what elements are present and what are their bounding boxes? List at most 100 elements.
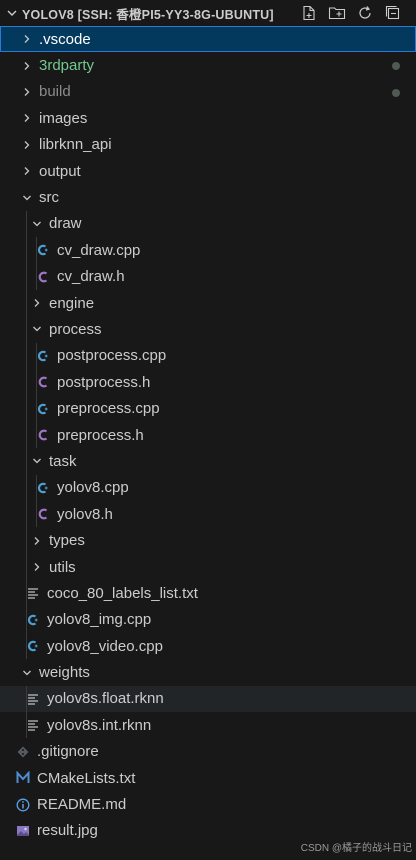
tree-file[interactable]: coco_80_labels_list.txt <box>0 580 416 606</box>
chevron-down-icon[interactable] <box>20 191 34 205</box>
tree-folder[interactable]: images <box>0 105 416 131</box>
indent-guide <box>36 475 37 527</box>
tree-item-label: cv_draw.cpp <box>57 241 141 259</box>
tree-item-label: images <box>39 109 88 127</box>
text-file-icon <box>26 692 40 706</box>
text-file-icon <box>26 718 40 732</box>
tree-file[interactable]: yolov8_video.cpp <box>0 633 416 659</box>
chevron-down-icon[interactable] <box>30 322 44 336</box>
tree-item-label: result.jpg <box>37 822 98 840</box>
tree-folder[interactable]: librknn_api <box>0 132 416 158</box>
new-file-icon[interactable] <box>300 4 318 22</box>
indent-guide <box>36 237 37 290</box>
cpp-file-icon <box>36 243 50 257</box>
tree-file[interactable]: cv_draw.cpp <box>0 237 416 263</box>
new-folder-icon[interactable] <box>328 4 346 22</box>
tree-item-label: yolov8.h <box>57 505 113 523</box>
header-file-icon <box>36 507 50 521</box>
chevron-right-icon[interactable] <box>20 111 34 125</box>
tree-item-label: utils <box>49 558 76 576</box>
tree-folder[interactable]: draw <box>0 211 416 237</box>
tree-folder[interactable]: .vscode <box>0 26 416 53</box>
tree-folder[interactable]: process <box>0 316 416 342</box>
tree-item-label: cv_draw.h <box>57 268 125 286</box>
git-status-dot <box>392 62 400 71</box>
tree-file[interactable]: preprocess.cpp <box>0 395 416 421</box>
indent-guide <box>36 343 37 448</box>
tree-item-label: preprocess.h <box>57 426 144 444</box>
tree-folder[interactable]: types <box>0 527 416 553</box>
tree-folder[interactable]: 3rdparty <box>0 52 416 78</box>
tree-folder[interactable]: weights <box>0 659 416 685</box>
tree-file[interactable]: preprocess.h <box>0 422 416 448</box>
chevron-right-icon[interactable] <box>20 85 34 99</box>
tree-item-label: coco_80_labels_list.txt <box>47 584 198 602</box>
tree-folder[interactable]: utils <box>0 554 416 580</box>
cpp-file-icon <box>36 402 50 416</box>
tree-item-label: types <box>49 532 85 550</box>
tree-item-label: CMakeLists.txt <box>37 769 136 787</box>
refresh-icon[interactable] <box>356 4 374 22</box>
header-file-icon <box>36 270 50 284</box>
git-icon <box>16 745 30 759</box>
tree-folder[interactable]: task <box>0 448 416 474</box>
indent-guide <box>26 686 27 738</box>
header-file-icon <box>36 428 50 442</box>
tree-file[interactable]: yolov8_img.cpp <box>0 607 416 633</box>
chevron-right-icon[interactable] <box>30 534 44 548</box>
header-file-icon <box>36 375 50 389</box>
collapse-all-icon[interactable] <box>384 4 402 22</box>
cmake-icon <box>16 771 30 785</box>
tree-item-label: README.md <box>37 796 127 814</box>
tree-file[interactable]: yolov8.cpp <box>0 475 416 501</box>
chevron-right-icon[interactable] <box>30 296 44 310</box>
tree-item-label: engine <box>49 294 95 312</box>
tree-item-label: task <box>49 452 77 470</box>
chevron-right-icon[interactable] <box>30 560 44 574</box>
chevron-down-icon[interactable] <box>20 666 34 680</box>
tree-file[interactable]: .gitignore <box>0 739 416 765</box>
tree-item-label: yolov8_img.cpp <box>47 611 152 629</box>
tree-file[interactable]: yolov8s.int.rknn <box>0 712 416 738</box>
tree-folder[interactable]: build <box>0 79 416 105</box>
tree-item-label: yolov8s.float.rknn <box>47 690 164 708</box>
chevron-right-icon[interactable] <box>20 164 34 178</box>
tree-item-label: .gitignore <box>37 743 99 761</box>
tree-folder[interactable]: src <box>0 184 416 210</box>
tree-folder[interactable]: output <box>0 158 416 184</box>
tree-item-label: postprocess.h <box>57 373 151 391</box>
tree-item-label: 3rdparty <box>39 57 95 75</box>
watermark: CSDN @橘子的战斗日记 <box>300 843 412 854</box>
tree-item-label: build <box>39 83 71 101</box>
chevron-right-icon[interactable] <box>20 32 34 46</box>
cpp-file-icon <box>26 639 40 653</box>
chevron-right-icon[interactable] <box>20 138 34 152</box>
tree-file[interactable]: postprocess.cpp <box>0 343 416 369</box>
tree-item-label: yolov8s.int.rknn <box>47 716 152 734</box>
explorer-actions <box>300 4 402 22</box>
tree-item-label: librknn_api <box>39 136 112 154</box>
tree-file[interactable]: postprocess.h <box>0 369 416 395</box>
git-status-dot <box>392 88 400 97</box>
tree-file[interactable]: cv_draw.h <box>0 264 416 290</box>
tree-file[interactable]: README.md <box>0 791 416 817</box>
tree-item-label: yolov8.cpp <box>57 479 129 497</box>
tree-file[interactable]: CMakeLists.txt <box>0 765 416 791</box>
tree-folder[interactable]: engine <box>0 290 416 316</box>
tree-item-label: weights <box>39 664 90 682</box>
image-file-icon <box>16 824 30 838</box>
cpp-file-icon <box>36 349 50 363</box>
chevron-down-icon[interactable] <box>4 5 20 21</box>
cpp-file-icon <box>26 613 40 627</box>
tree-item-label: yolov8_video.cpp <box>47 637 163 655</box>
chevron-down-icon[interactable] <box>30 454 44 468</box>
explorer-title[interactable]: YOLOV8 [SSH: 香橙PI5-YY3-8G-UBUNTU] <box>22 4 304 23</box>
tree-file[interactable]: yolov8s.float.rknn <box>0 685 416 713</box>
chevron-right-icon[interactable] <box>20 59 34 73</box>
cpp-file-icon <box>36 481 50 495</box>
chevron-down-icon[interactable] <box>30 217 44 231</box>
tree-item-label: output <box>39 162 81 180</box>
tree-file[interactable]: yolov8.h <box>0 501 416 527</box>
tree-item-label: postprocess.cpp <box>57 347 167 365</box>
file-tree: .vscode 3rdparty build images librknn_apiout… <box>0 26 416 844</box>
